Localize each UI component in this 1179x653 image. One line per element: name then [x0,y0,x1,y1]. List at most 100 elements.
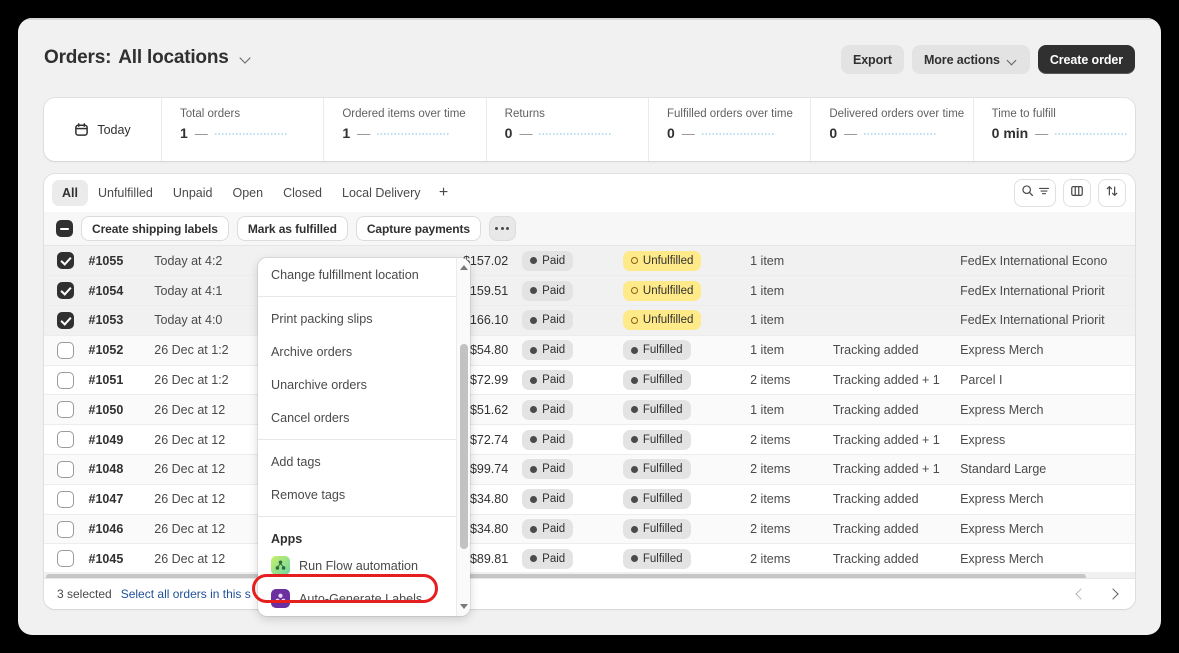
status-dot-icon [530,436,538,444]
row-checkbox[interactable] [57,282,74,300]
row-checkbox[interactable] [57,520,74,538]
order-number[interactable]: #1055 [88,246,155,277]
more-actions-dropdown-menu: Change fulfillment location Print packin… [258,258,470,616]
menu-item-remove-tags[interactable]: Remove tags [258,478,456,511]
next-page-button[interactable] [1101,583,1125,605]
order-number[interactable]: #1051 [88,365,155,396]
order-number[interactable]: #1048 [88,454,155,485]
add-view-button[interactable]: + [431,180,457,206]
menu-item-run-flow-automation[interactable]: Run Flow automation [258,549,456,582]
export-button[interactable]: Export [840,45,904,74]
search-and-filter-button[interactable] [1014,179,1056,207]
location-filter-label: All locations [118,47,229,68]
row-checkbox[interactable] [57,371,74,389]
order-number[interactable]: #1053 [88,305,155,336]
select-all-orders-link[interactable]: Select all orders in this s [121,587,251,601]
menu-scrollbar[interactable] [456,258,470,616]
capture-payments-button[interactable]: Capture payments [355,216,481,241]
table-row[interactable]: #1051 26 Dec at 1:2 $72.99 Paid Fulfilled 2 i… [44,365,1135,396]
order-number[interactable]: #1049 [88,424,155,456]
chevron-down-icon [1006,54,1018,66]
row-checkbox[interactable] [57,311,74,329]
tab-closed[interactable]: Closed [273,180,332,206]
menu-item-auto-generate-labels[interactable]: Auto-Generate Labels [258,582,456,615]
tab-all[interactable]: All [52,180,88,206]
create-order-button[interactable]: Create order [1037,45,1135,74]
menu-item-cancel-orders[interactable]: Cancel orders [258,401,456,434]
row-checkbox[interactable] [57,431,74,449]
row-checkbox[interactable] [57,341,74,359]
orders-table: #1055 Today at 4:2 $157.02 Paid Unfulfilled 1… [44,246,1135,575]
table-row[interactable]: #1054 Today at 4:1 $159.51 Paid Unfulfilled 1… [44,275,1135,307]
row-checkbox[interactable] [57,460,74,478]
flow-app-icon [271,556,290,575]
table-row[interactable]: #1053 Today at 4:0 $166.10 Paid Unfulfilled 1… [44,305,1135,336]
metric-label: Ordered items over time [342,108,466,120]
order-number[interactable]: #1052 [88,335,155,366]
metric-label: Fulfilled orders over time [666,108,793,120]
menu-item-print-packing-slips[interactable]: Print packing slips [258,302,456,335]
order-items-count: 1 item [750,394,833,426]
mark-as-fulfilled-button[interactable]: Mark as fulfilled [236,216,348,241]
metric-delivered-orders-over-time[interactable]: Delivered orders over time 0 — [811,98,974,161]
menu-item-unarchive-orders[interactable]: Unarchive orders [258,368,456,401]
payment-status-cell: Paid [522,394,623,426]
date-range-today[interactable]: Today [44,98,162,161]
metric-returns[interactable]: Returns 0 — [487,98,649,161]
tab-unfulfilled[interactable]: Unfulfilled [88,180,163,206]
sparkline-chart [701,128,774,138]
table-row[interactable]: #1050 26 Dec at 12 $51.62 Paid Fulfilled 1 it… [44,394,1135,426]
table-row[interactable]: #1046 26 Dec at 12 $34.80 Paid Fulfilled 2 it… [44,514,1135,545]
tab-local-delivery[interactable]: Local Delivery [332,180,431,206]
row-checkbox[interactable] [57,252,74,270]
triangle-up-icon[interactable] [457,260,470,275]
sparkline-chart [377,128,450,138]
triangle-down-icon[interactable] [457,599,470,614]
metric-change: — [1035,125,1049,141]
select-all-checkbox[interactable] [56,220,73,237]
metric-ordered-items-over-time[interactable]: Ordered items over time 1 — [324,98,487,161]
menu-item-change-fulfillment-location[interactable]: Change fulfillment location [258,258,456,291]
previous-page-button[interactable] [1069,583,1093,605]
status-dot-icon [630,376,638,384]
fulfillment-status-cell: Unfulfilled [622,305,751,336]
status-dot-icon [530,376,538,384]
row-checkbox[interactable] [57,550,74,568]
row-checkbox[interactable] [57,401,74,419]
menu-scrollbar-thumb[interactable] [460,344,468,549]
payment-status-badge: Paid [522,310,574,331]
order-number[interactable]: #1050 [88,394,155,426]
tab-open[interactable]: Open [223,180,274,206]
more-actions-button[interactable]: More actions [911,45,1030,74]
table-row[interactable]: #1049 26 Dec at 12 $72.74 Paid Fulfilled 2 it… [44,424,1135,456]
tab-unpaid[interactable]: Unpaid [163,180,223,206]
order-delivery-method: Express Merch [960,394,1135,426]
table-row[interactable]: #1055 Today at 4:2 $157.02 Paid Unfulfilled 1… [44,246,1135,277]
metrics-card: Today Total orders 1 — Ordered items ove… [44,98,1135,161]
fulfillment-status-cell: Unfulfilled [622,246,751,277]
metric-time-to-fulfill[interactable]: Time to fulfill 0 min — [974,98,1135,161]
create-shipping-labels-button[interactable]: Create shipping labels [81,216,229,241]
metric-fulfilled-orders-over-time[interactable]: Fulfilled orders over time 0 — [649,98,812,161]
table-row[interactable]: #1045 26 Dec at 12 $89.81 Paid Fulfilled 2 it… [44,543,1135,575]
row-checkbox[interactable] [57,490,74,508]
table-row[interactable]: #1052 26 Dec at 1:2 $54.80 Paid Fulfilled 1 i… [44,335,1135,366]
order-tracking: Tracking added + 1 [832,454,961,485]
sort-button[interactable] [1098,179,1126,207]
menu-item-add-tags[interactable]: Add tags [258,445,456,478]
payment-status-cell: Paid [522,424,623,456]
table-row[interactable]: #1048 26 Dec at 12 $99.74 Paid Fulfilled 2 it… [44,454,1135,485]
order-number[interactable]: #1054 [88,275,155,307]
order-number[interactable]: #1045 [88,543,155,575]
order-number[interactable]: #1047 [88,484,155,515]
menu-item-archive-orders[interactable]: Archive orders [258,335,456,368]
order-number[interactable]: #1046 [88,514,155,545]
table-row[interactable]: #1047 26 Dec at 12 $34.80 Paid Fulfilled 2 it… [44,484,1135,515]
ellipsis-icon[interactable] [488,216,516,241]
metric-total-orders[interactable]: Total orders 1 — [162,98,325,161]
status-dot-icon [630,465,638,473]
edit-columns-button[interactable] [1063,179,1091,207]
order-items-count: 2 items [750,454,833,485]
order-items-count: 2 items [750,365,833,396]
chevron-down-icon[interactable] [238,50,254,66]
